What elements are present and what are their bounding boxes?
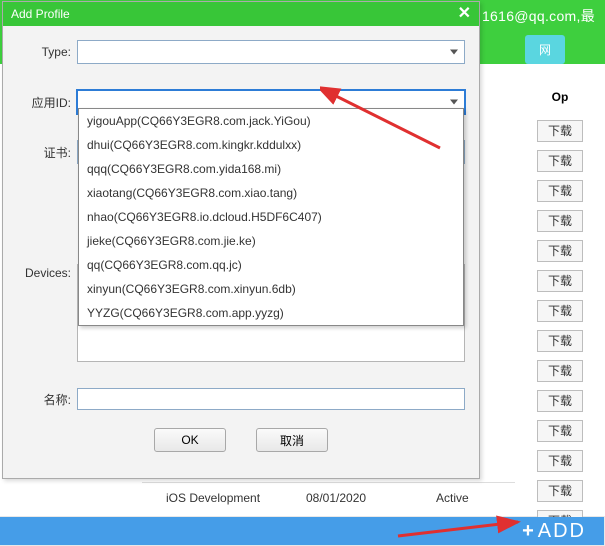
- download-button[interactable]: 下载: [537, 360, 583, 382]
- dropdown-item[interactable]: xinyun(CQ66Y3EGR8.com.xinyun.6db): [79, 277, 463, 301]
- cancel-button[interactable]: 取消: [256, 428, 328, 452]
- download-button[interactable]: 下载: [537, 270, 583, 292]
- download-button[interactable]: 下载: [537, 180, 583, 202]
- ok-button[interactable]: OK: [154, 428, 226, 452]
- add-label: ADD: [538, 520, 586, 543]
- row-status: Active: [436, 491, 506, 505]
- label-app-id: 应用ID:: [17, 94, 71, 111]
- type-select[interactable]: [77, 40, 465, 64]
- chevron-down-icon: [450, 50, 458, 55]
- dropdown-item[interactable]: qq(CQ66Y3EGR8.com.qq.jc): [79, 253, 463, 277]
- download-button[interactable]: 下载: [537, 330, 583, 352]
- table-row[interactable]: iOS Development 08/01/2020 Active: [142, 482, 515, 513]
- chevron-down-icon: [450, 100, 458, 105]
- label-cert: 证书:: [17, 144, 71, 161]
- label-name: 名称:: [17, 391, 71, 408]
- download-button[interactable]: 下载: [537, 150, 583, 172]
- header-email: 1616@qq.com,最: [482, 6, 595, 26]
- close-icon[interactable]: ✕: [458, 2, 471, 26]
- name-input[interactable]: [77, 388, 465, 410]
- modal-titlebar: Add Profile ✕: [3, 2, 479, 26]
- download-column: 下载下载下载下载下载下载下载下载下载下载下载下载下载下载: [525, 120, 595, 540]
- download-button[interactable]: 下载: [537, 120, 583, 142]
- download-button[interactable]: 下载: [537, 480, 583, 502]
- download-button[interactable]: 下载: [537, 240, 583, 262]
- plus-icon: +: [522, 520, 536, 543]
- dropdown-item[interactable]: YYZG(CQ66Y3EGR8.com.app.yyzg): [79, 301, 463, 325]
- add-bar[interactable]: + ADD: [0, 517, 604, 545]
- download-button[interactable]: 下载: [537, 420, 583, 442]
- dropdown-item[interactable]: xiaotang(CQ66Y3EGR8.com.xiao.tang): [79, 181, 463, 205]
- dropdown-item[interactable]: tianquan(CQ66Y3EGR8.com.tian.quan): [79, 325, 463, 326]
- dropdown-item[interactable]: qqq(CQ66Y3EGR8.com.yida168.mi): [79, 157, 463, 181]
- label-type: Type:: [17, 45, 71, 59]
- dropdown-item[interactable]: yigouApp(CQ66Y3EGR8.com.jack.YiGou): [79, 109, 463, 133]
- dropdown-item[interactable]: dhui(CQ66Y3EGR8.com.kingkr.kddulxx): [79, 133, 463, 157]
- dropdown-item[interactable]: jieke(CQ66Y3EGR8.com.jie.ke): [79, 229, 463, 253]
- download-button[interactable]: 下载: [537, 210, 583, 232]
- row-date: 08/01/2020: [306, 491, 436, 505]
- dropdown-item[interactable]: nhao(CQ66Y3EGR8.io.dcloud.H5DF6C407): [79, 205, 463, 229]
- app-id-dropdown[interactable]: yigouApp(CQ66Y3EGR8.com.jack.YiGou)dhui(…: [78, 108, 464, 326]
- download-button[interactable]: 下载: [537, 300, 583, 322]
- download-button[interactable]: 下载: [537, 450, 583, 472]
- header-cyan-tab[interactable]: 网: [525, 35, 565, 64]
- download-button[interactable]: 下载: [537, 390, 583, 412]
- op-column-header: Op: [525, 90, 595, 104]
- row-type: iOS Development: [142, 491, 306, 505]
- modal-title-text: Add Profile: [11, 2, 70, 26]
- label-devices: Devices:: [17, 266, 71, 280]
